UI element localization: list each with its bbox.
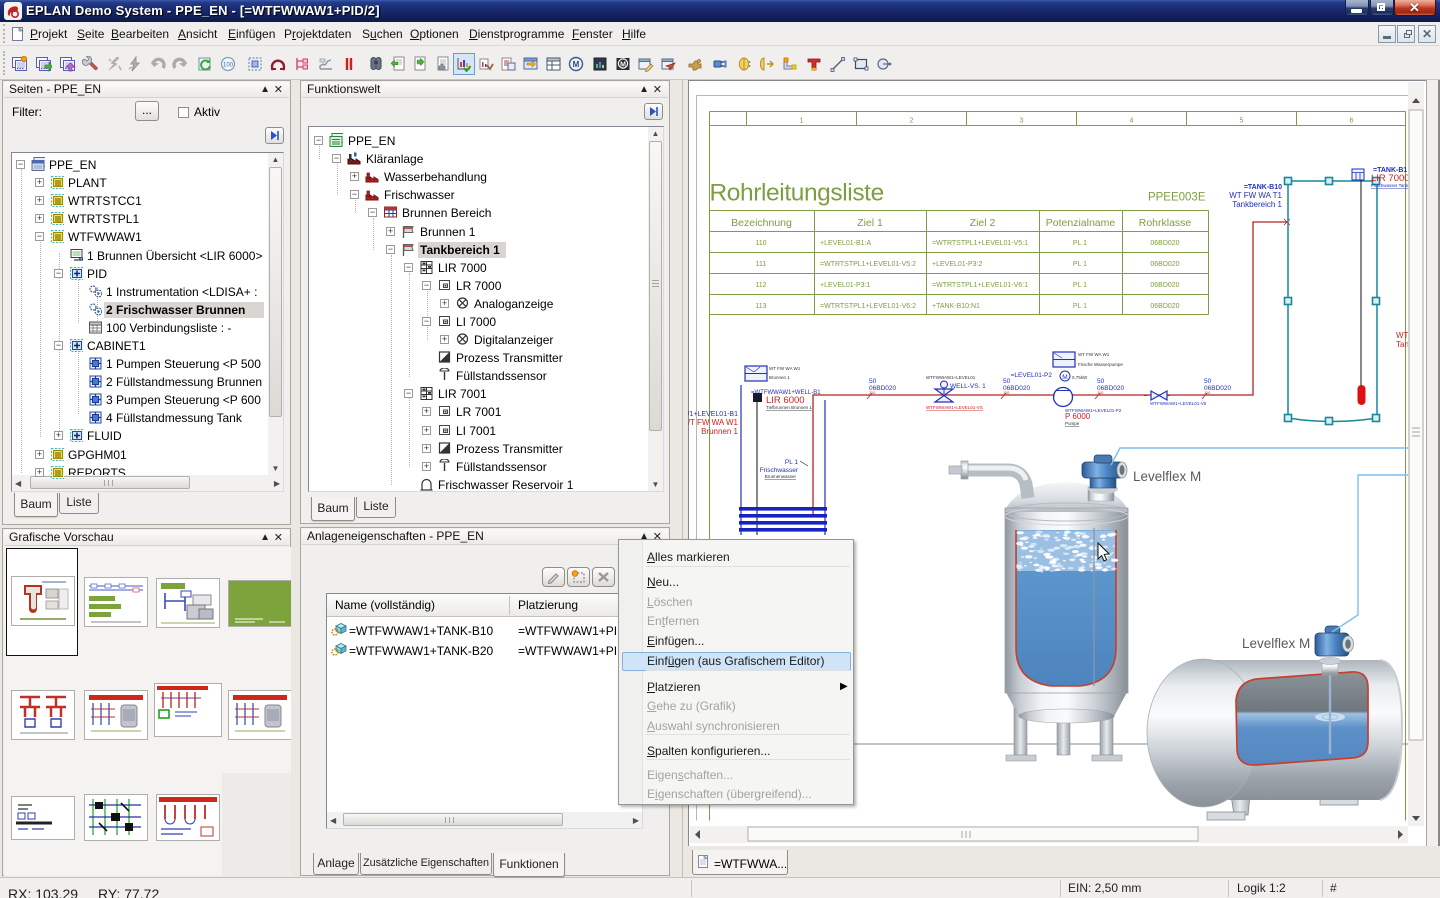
svg-text:M: M (620, 62, 626, 69)
svg-text:WTFWWAW1+LEVEL01-VS: WTFWWAW1+LEVEL01-VS (926, 405, 983, 410)
svg-text:Frische Wasserpumpe: Frische Wasserpumpe (1078, 362, 1123, 367)
svg-text:+LEVEL01-P3:1: +LEVEL01-P3:1 (820, 282, 871, 289)
svg-text:Levelflex M: Levelflex M (1242, 636, 1310, 651)
svg-text:WT: WT (1396, 331, 1409, 340)
svg-text:50: 50 (1204, 378, 1212, 385)
svg-text:Frischwasser Tank 1: Frischwasser Tank 1 (1371, 183, 1412, 188)
svg-text:WT FW WA W1: WT FW WA W1 (769, 366, 801, 371)
svg-text:Brunnen 1: Brunnen 1 (769, 375, 790, 380)
svg-text:WT FW WA T1: WT FW WA T1 (1229, 191, 1282, 200)
svg-text:06BD020: 06BD020 (1150, 240, 1179, 247)
svg-text:110: 110 (1003, 390, 1010, 395)
svg-text:M: M (573, 60, 580, 69)
svg-text:100: 100 (223, 63, 234, 69)
svg-text:WTFWWAW1+LEVEL01: WTFWWAW1+LEVEL01 (926, 375, 976, 380)
svg-text:110: 110 (755, 240, 766, 247)
svg-text:=LEVEL01-P2: =LEVEL01-P2 (1011, 372, 1053, 379)
svg-text:=WTRTSTPL1+LEVEL01-V5:2: =WTRTSTPL1+LEVEL01-V5:2 (820, 261, 916, 268)
svg-text:2: 2 (910, 118, 914, 125)
svg-text:Tan: Tan (1396, 340, 1409, 349)
svg-text:110: 110 (1204, 390, 1211, 395)
svg-text:PL 1: PL 1 (1073, 240, 1087, 247)
svg-text:=WTRTSTPL1+LEVEL01-V6:2: =WTRTSTPL1+LEVEL01-V6:2 (820, 303, 916, 310)
svg-text:WAW1+LEVEL01-B1: WAW1+LEVEL01-B1 (688, 411, 738, 418)
svg-text:Potenzialname: Potenzialname (1046, 217, 1116, 229)
svg-text:Ziel 1: Ziel 1 (857, 217, 883, 229)
svg-text:+LEVEL01-B1:A: +LEVEL01-B1:A (820, 240, 872, 247)
svg-text:4: 4 (1130, 118, 1134, 125)
svg-text:0,75kW: 0,75kW (1072, 375, 1088, 380)
svg-text:Brunnen 1: Brunnen 1 (701, 427, 738, 436)
svg-text:110: 110 (1097, 390, 1104, 395)
svg-text:WT FW WA W1: WT FW WA W1 (1078, 352, 1110, 357)
svg-text:PL 1: PL 1 (785, 459, 799, 466)
svg-text:PPEE003E: PPEE003E (1148, 192, 1206, 204)
svg-text:WTFWWAW1+LEVEL01-V6: WTFWWAW1+LEVEL01-V6 (1150, 401, 1207, 406)
svg-text:Pumpe: Pumpe (1065, 421, 1080, 426)
svg-text:=TANK-B10: =TANK-B10 (1244, 184, 1282, 191)
svg-text:Bezeichnung: Bezeichnung (731, 217, 792, 229)
svg-text:50: 50 (1003, 378, 1011, 385)
svg-text:Tiefbrunnen Brunnen 1: Tiefbrunnen Brunnen 1 (766, 405, 812, 410)
svg-text:5: 5 (1240, 118, 1244, 125)
svg-text:6: 6 (1350, 118, 1354, 125)
svg-text:M: M (1062, 374, 1067, 381)
svg-text:50: 50 (1097, 378, 1105, 385)
svg-text:PL 1: PL 1 (1073, 261, 1087, 268)
svg-text:Levelflex M: Levelflex M (1133, 469, 1201, 484)
svg-text:Rohrleitungsliste: Rohrleitungsliste (710, 180, 884, 207)
svg-text:50: 50 (869, 378, 877, 385)
svg-text:06BD020: 06BD020 (1150, 261, 1179, 268)
svg-text:=WTRTSTPL1+LEVEL01-V6:1: =WTRTSTPL1+LEVEL01-V6:1 (932, 282, 1028, 289)
svg-text:113: 113 (755, 303, 766, 310)
svg-text:3: 3 (1020, 118, 1024, 125)
svg-text:06BD020: 06BD020 (1150, 282, 1179, 289)
svg-text:Frischwasser: Frischwasser (760, 467, 799, 474)
svg-text:110: 110 (869, 390, 876, 395)
svg-text:Brunnenwasser: Brunnenwasser (765, 474, 797, 479)
svg-text:1: 1 (800, 118, 804, 125)
svg-text:WELL-VS. 1: WELL-VS. 1 (950, 383, 986, 390)
svg-text:Tankbereich 1: Tankbereich 1 (1232, 200, 1282, 209)
svg-text:06BD020: 06BD020 (1150, 303, 1179, 310)
svg-text:WT FW WA W1: WT FW WA W1 (688, 418, 739, 427)
svg-text:PL 1: PL 1 (1073, 282, 1087, 289)
svg-text:+LEVEL01-P3:2: +LEVEL01-P3:2 (932, 261, 983, 268)
svg-text:+TANK-B10:N1: +TANK-B10:N1 (932, 303, 980, 310)
svg-text:Ziel 2: Ziel 2 (970, 217, 996, 229)
svg-text:Rohrklasse: Rohrklasse (1139, 217, 1192, 229)
svg-text:P 6000: P 6000 (1065, 412, 1091, 421)
svg-text:112: 112 (755, 282, 766, 289)
svg-text:PL 1: PL 1 (1073, 303, 1087, 310)
svg-text:=WTRTSTPL1+LEVEL01-V5:1: =WTRTSTPL1+LEVEL01-V5:1 (932, 240, 1028, 247)
svg-text:111: 111 (756, 261, 767, 268)
